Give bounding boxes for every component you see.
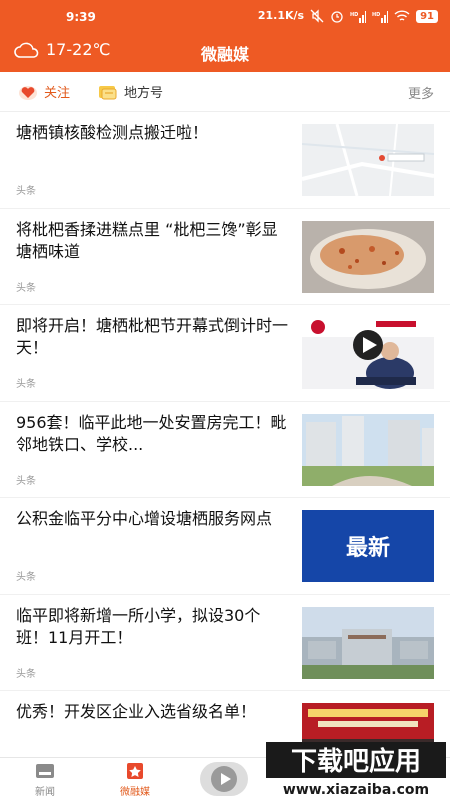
more-link[interactable]: 更多 [408,83,434,102]
status-time: 9:39 [66,10,96,24]
watermark-url: www.xiazaiba.com [283,782,429,798]
news-item[interactable]: 即将开启！塘栖枇杷节开幕式倒计时一天！ 头条 [0,305,450,402]
school-thumbnail [302,606,434,679]
news-item[interactable]: 956套！临平此地一处安置房完工！毗邻地铁口、学校... 头条 [0,402,450,498]
news-list: 塘栖镇核酸检测点搬迁啦！ 头条 将枇杷香揉进糕点里 “枇杷三馋”彰显塘栖味道 头… [0,112,450,788]
apartments-thumbnail [302,413,434,486]
news-source: 头条 [16,572,36,583]
news-title: 公积金临平分中心增设塘栖服务网点 [16,509,273,528]
tab-follow[interactable]: 关注 [18,82,70,101]
latest-banner-text: 最新 [345,535,390,561]
nav-video[interactable] [200,762,248,796]
nav-weirongmei[interactable]: 微融媒 [105,762,165,798]
alarm-icon [331,11,343,23]
wifi-icon [394,9,410,21]
nav-weirongmei-label: 微融媒 [120,787,150,798]
tab-local[interactable]: 地方号 [98,82,163,101]
nav-news-label: 新闻 [35,787,55,798]
svg-text:HD: HD [372,12,380,18]
news-title: 临平即将新增一所小学，拟设30个班！11月开工！ [16,605,261,647]
news-source: 头条 [16,379,36,390]
news-title: 将枇杷香揉进糕点里 “枇杷三馋”彰显塘栖味道 [16,219,278,261]
pastry-thumbnail [302,220,434,293]
tab-local-label: 地方号 [124,86,164,101]
battery-icon: 91 [416,9,438,23]
news-title: 956套！临平此地一处安置房完工！毗邻地铁口、学校... [16,412,287,454]
mute-icon [310,9,324,23]
news-source: 头条 [16,475,36,487]
news-title: 即将开启！塘栖枇杷节开幕式倒计时一天！ [16,316,289,357]
latest-banner-thumbnail: 最新 [302,510,434,582]
tab-follow-label: 关注 [44,86,71,101]
signal-icon: HD [372,10,389,23]
network-speed: 21.1K/s [257,9,305,22]
news-item[interactable]: 临平即将新增一所小学，拟设30个班！11月开工！ 头条 [0,595,450,691]
star-bookmark-icon [127,763,143,779]
news-title: 塘栖镇核酸检测点搬迁啦！ [16,123,209,142]
app-header: 9:39 21.1K/s HD HD 91 17-22℃ 微融媒 [0,0,450,72]
card-icon [99,85,117,99]
news-item[interactable]: 将枇杷香揉进糕点里 “枇杷三馋”彰显塘栖味道 头条 [0,209,450,305]
map-thumbnail [302,124,434,196]
news-source: 头条 [16,282,36,294]
status-icons: 21.1K/s HD HD 91 [258,9,438,23]
news-title: 优秀！开发区企业入选省级名单！ [16,702,257,721]
news-source: 头条 [16,668,36,680]
play-icon [211,766,237,792]
page-title: 微融媒 [200,45,249,64]
watermark-title: 下载吧应用 [291,746,421,777]
nav-news[interactable]: 新闻 [15,762,75,798]
heart-icon [19,85,37,100]
watermark-logo: 下载吧应用 www.xiazaiba.com [266,738,446,798]
svg-text:HD: HD [350,12,358,18]
news-source: 头条 [16,186,36,197]
news-item[interactable]: 塘栖镇核酸检测点搬迁啦！ 头条 [0,112,450,209]
signal-icon: HD [350,10,367,23]
news-icon [36,764,54,778]
video-thumbnail[interactable] [302,317,434,389]
news-item[interactable]: 公积金临平分中心增设塘栖服务网点 头条 最新 [0,498,450,595]
status-bar: 9:39 21.1K/s HD HD 91 [0,0,450,30]
channel-tabbar: 关注 地方号 更多 [0,72,450,112]
